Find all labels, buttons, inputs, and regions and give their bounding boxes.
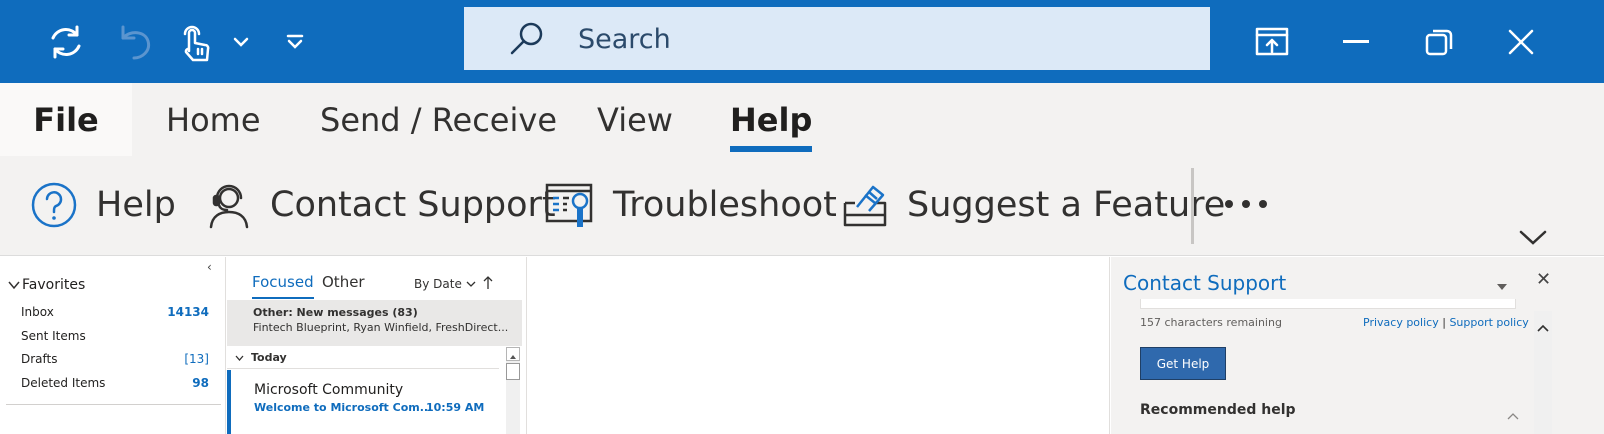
help-button-label: Help	[96, 185, 176, 225]
reading-pane	[528, 257, 1110, 434]
active-tab-underline	[730, 146, 813, 152]
tab-home[interactable]: Home	[166, 83, 261, 156]
ribbon-separator	[1191, 168, 1194, 244]
folder-pane: ‹ Favorites Inbox 14134 Sent Items Draft…	[0, 257, 226, 434]
ribbon-commands: Help Contact Support Troubleshoot Sugges…	[0, 156, 1604, 256]
chevron-down-icon	[8, 281, 20, 290]
tab-other-label: Other	[322, 273, 365, 291]
undo-icon[interactable]	[114, 22, 158, 62]
other-notice-senders: Fintech Blueprint, Ryan Winfield, FreshD…	[253, 321, 509, 334]
tab-home-label: Home	[166, 100, 261, 139]
chevron-down-icon	[466, 281, 476, 287]
message-time: 10:59 AM	[426, 401, 485, 414]
characters-remaining: 157 characters remaining	[1140, 316, 1282, 329]
scrollbar-thumb[interactable]	[506, 363, 520, 380]
headset-icon	[209, 184, 249, 229]
help-button[interactable]: Help	[30, 178, 176, 232]
tab-focused-label: Focused	[252, 273, 314, 291]
tab-file-label: File	[33, 100, 99, 139]
other-inbox-notice[interactable]: Other: New messages (83) Fintech Bluepri…	[227, 300, 522, 346]
drafts-count: [13]	[184, 352, 209, 366]
policy-links: Privacy policy | Support policy	[1363, 316, 1529, 329]
ribbon-tabs: File Home Send / Receive View Help	[0, 83, 1604, 156]
group-header-today[interactable]: Today	[227, 347, 499, 369]
folder-deleted-items[interactable]: Deleted Items	[21, 376, 105, 390]
tab-view[interactable]: View	[597, 83, 673, 156]
message-subject: Welcome to Microsoft Com...	[254, 401, 433, 414]
link-separator: |	[1442, 316, 1446, 329]
sync-icon[interactable]	[44, 22, 88, 62]
favorites-label: Favorites	[22, 277, 86, 293]
contact-support-label: Contact Support	[270, 185, 556, 225]
support-pane-scrollbar[interactable]	[1534, 311, 1552, 434]
chevron-down-icon	[235, 355, 244, 361]
customize-toolbar-icon[interactable]	[282, 22, 308, 62]
favorites-header[interactable]: Favorites	[8, 277, 85, 293]
recommended-help-header[interactable]: Recommended help	[1140, 402, 1296, 418]
support-policy-link[interactable]: Support policy	[1449, 316, 1528, 329]
folder-sent-items[interactable]: Sent Items	[21, 329, 86, 343]
troubleshoot-button[interactable]: Troubleshoot	[545, 178, 837, 232]
tab-help[interactable]: Help	[730, 83, 813, 156]
touch-mode-icon[interactable]	[176, 22, 216, 62]
ribbon-collapse-icon[interactable]	[1518, 228, 1548, 250]
tab-other[interactable]: Other	[322, 273, 365, 291]
search-placeholder: Search	[578, 24, 671, 55]
more-icon[interactable]	[1220, 186, 1280, 222]
help-circle-icon	[31, 182, 77, 228]
inbox-unread-count: 14134	[167, 305, 209, 319]
tab-help-label: Help	[730, 100, 813, 139]
other-notice-title: Other: New messages (83)	[253, 306, 418, 319]
search-icon	[508, 21, 546, 61]
message-item[interactable]: Microsoft Community Welcome to Microsoft…	[227, 370, 499, 434]
support-pane-title: Contact Support	[1123, 271, 1287, 295]
pane-options-icon[interactable]	[1497, 275, 1507, 294]
troubleshoot-icon	[545, 183, 593, 227]
contact-support-button[interactable]: Contact Support	[206, 178, 556, 232]
suggest-feature-label: Suggest a Feature	[907, 185, 1226, 225]
title-bar: Search	[0, 0, 1604, 83]
focused-underline	[252, 297, 314, 299]
chevron-down-icon[interactable]	[230, 22, 252, 62]
scroll-up-icon[interactable]	[506, 347, 520, 361]
sort-by-label: By Date	[414, 277, 462, 291]
sort-by-dropdown[interactable]: By Date	[414, 277, 476, 291]
troubleshoot-label: Troubleshoot	[613, 185, 837, 225]
ribbon-display-icon[interactable]	[1252, 22, 1292, 62]
privacy-policy-link[interactable]: Privacy policy	[1363, 316, 1439, 329]
minimize-icon[interactable]	[1340, 22, 1372, 62]
sort-direction-icon[interactable]	[482, 275, 494, 294]
folder-pane-collapse-icon[interactable]: ‹	[207, 260, 212, 274]
get-help-button[interactable]: Get Help	[1140, 347, 1226, 380]
folder-inbox[interactable]: Inbox	[21, 305, 54, 319]
message-sender: Microsoft Community	[254, 382, 404, 398]
message-list: Focused Other By Date Other: New message…	[227, 257, 527, 434]
contact-support-pane: Contact Support ✕ 157 characters remaini…	[1111, 257, 1604, 434]
tab-send-receive-label: Send / Receive	[320, 100, 557, 139]
group-header-label: Today	[251, 351, 287, 364]
tab-focused[interactable]: Focused	[252, 273, 314, 299]
message-list-scrollbar[interactable]	[506, 347, 520, 434]
tab-file[interactable]: File	[0, 83, 132, 156]
tab-view-label: View	[597, 100, 673, 139]
chevron-up-icon[interactable]	[1507, 405, 1519, 424]
suggest-feature-icon	[843, 185, 887, 227]
pane-close-icon[interactable]: ✕	[1536, 269, 1551, 290]
tab-send-receive[interactable]: Send / Receive	[320, 83, 557, 156]
get-help-label: Get Help	[1156, 356, 1210, 371]
search-box[interactable]: Search	[464, 7, 1210, 70]
support-text-area[interactable]	[1140, 299, 1516, 309]
deleted-items-count: 98	[192, 376, 209, 390]
folder-drafts[interactable]: Drafts	[21, 352, 58, 366]
suggest-feature-button[interactable]: Suggest a Feature	[843, 178, 1225, 232]
scroll-up-icon[interactable]	[1537, 317, 1549, 336]
restore-icon[interactable]	[1422, 22, 1456, 62]
folder-divider	[6, 404, 221, 405]
close-icon[interactable]	[1504, 22, 1538, 62]
